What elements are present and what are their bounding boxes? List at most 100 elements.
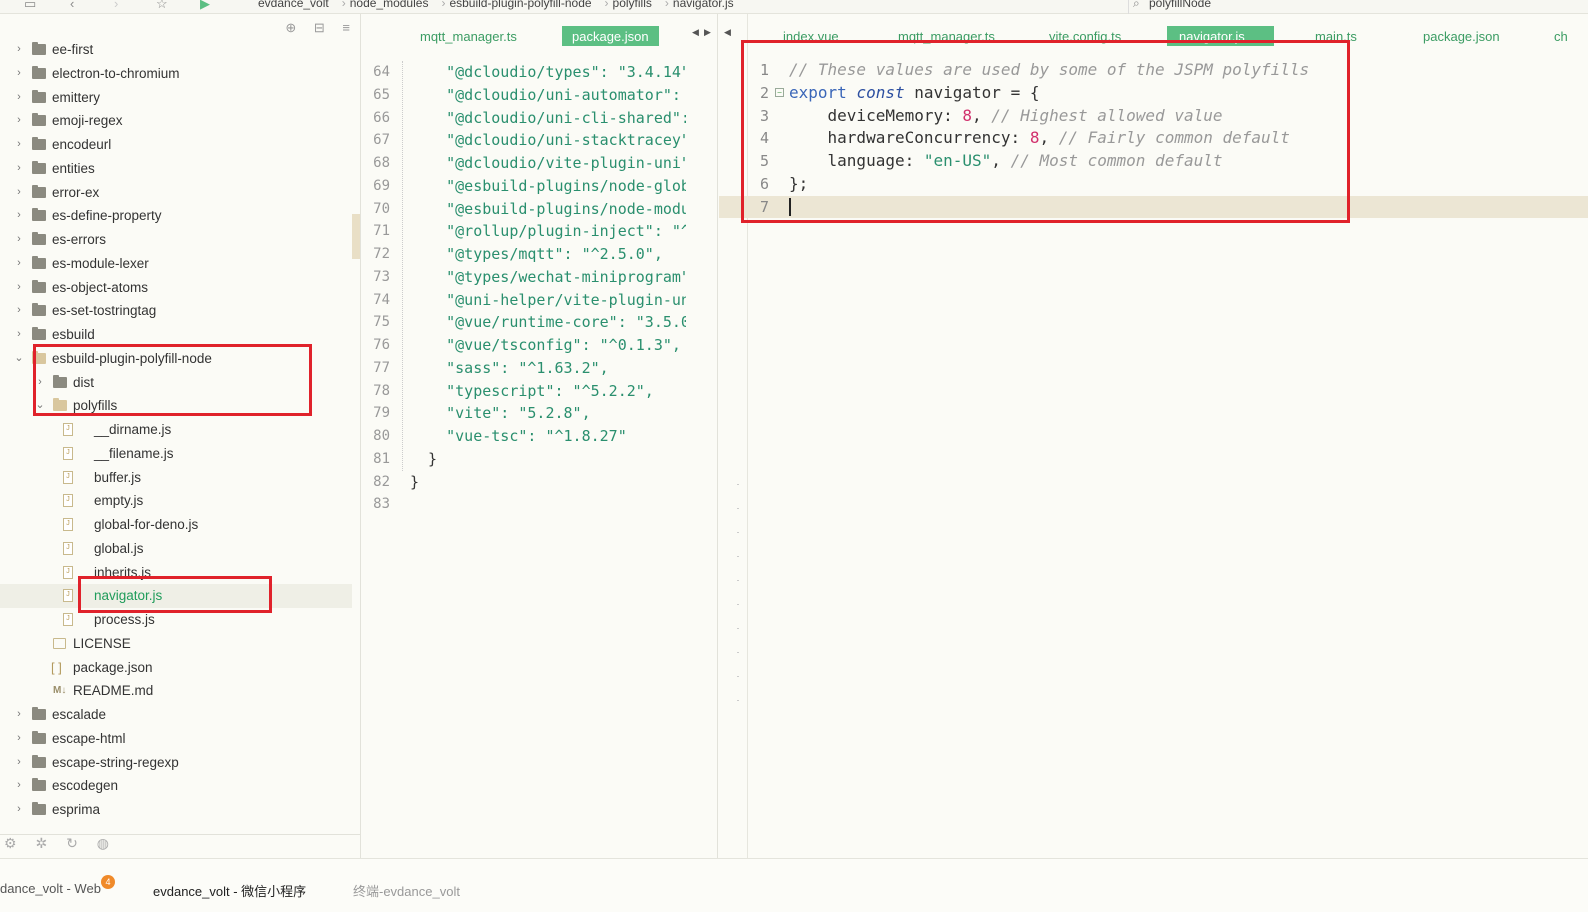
- debug-icon[interactable]: ✲: [35, 835, 47, 851]
- breadcrumb-item[interactable]: esbuild-plugin-polyfill-node: [449, 0, 591, 10]
- tree-folder[interactable]: › escape-string-regexp: [0, 751, 352, 775]
- chevron-right-icon[interactable]: ›: [14, 299, 24, 323]
- chevron-right-icon[interactable]: ›: [14, 228, 24, 252]
- tree-file[interactable]: J __dirname.js: [0, 418, 352, 442]
- editor-tab[interactable]: package.json: [1411, 26, 1512, 46]
- tree-folder[interactable]: › esbuild: [0, 323, 352, 347]
- chevron-right-icon[interactable]: ›: [14, 703, 24, 727]
- tree-folder[interactable]: › encodeurl: [0, 133, 352, 157]
- star-icon[interactable]: ☆: [156, 0, 168, 12]
- tree-folder[interactable]: › ee-first: [0, 38, 352, 62]
- tree-file[interactable]: Jglobal-for-deno.js: [0, 513, 352, 537]
- editor-tab[interactable]: index.vue: [771, 26, 851, 46]
- code-line: 82}: [362, 471, 717, 494]
- tree-file[interactable]: Jbuffer.js: [0, 466, 352, 490]
- editor-tab[interactable]: vite.config.ts: [1037, 26, 1133, 46]
- editor-tab[interactable]: package.json: [562, 26, 659, 46]
- tree-folder[interactable]: › es-define-property: [0, 204, 352, 228]
- tree-folder[interactable]: › dist: [0, 371, 352, 395]
- tab-scroll-left-icon[interactable]: ◀: [724, 27, 731, 38]
- folder-icon: [32, 137, 46, 150]
- refresh-icon[interactable]: ↻: [66, 835, 78, 851]
- tree-folder[interactable]: › es-errors: [0, 228, 352, 252]
- chevron-right-icon[interactable]: ›: [14, 109, 24, 133]
- folder-icon: [32, 730, 46, 744]
- tree-folder[interactable]: ⌄ polyfills: [0, 394, 352, 418]
- chevron-right-icon[interactable]: ›: [14, 86, 24, 110]
- editor-tab[interactable]: ch: [1542, 26, 1580, 46]
- folder-icon: [32, 707, 46, 720]
- search-input[interactable]: ⌕ polyfillNode: [1128, 0, 1588, 14]
- breadcrumb-item[interactable]: polyfills: [613, 0, 652, 10]
- chevron-down-icon[interactable]: ⌄: [35, 394, 45, 418]
- chevron-right-icon[interactable]: ›: [35, 371, 45, 395]
- fold-icon[interactable]: −: [775, 87, 784, 97]
- forward-icon[interactable]: ›: [114, 0, 118, 11]
- tree-file[interactable]: Jempty.js: [0, 489, 352, 513]
- tree-file[interactable]: J __filename.js: [0, 442, 352, 466]
- breadcrumb-item[interactable]: evdance_volt: [258, 0, 329, 10]
- chevron-right-icon[interactable]: ›: [14, 157, 24, 181]
- chevron-down-icon[interactable]: ⌄: [14, 347, 24, 371]
- menu-icon[interactable]: ≡: [342, 20, 350, 35]
- tree-folder[interactable]: › esprima: [0, 798, 352, 822]
- chevron-right-icon[interactable]: ›: [14, 798, 24, 822]
- chevron-right-icon[interactable]: ›: [14, 181, 24, 205]
- breadcrumb-item[interactable]: navigator.js: [673, 0, 734, 10]
- js-file-icon: J: [63, 613, 73, 626]
- chevron-right-icon[interactable]: ›: [14, 133, 24, 157]
- collapse-all-icon[interactable]: ⊟: [314, 20, 325, 35]
- bug-icon[interactable]: ⚙: [4, 835, 17, 851]
- line-number: 77: [373, 359, 390, 376]
- tree-folder[interactable]: › error-ex: [0, 181, 352, 205]
- back-icon[interactable]: ‹: [70, 0, 74, 11]
- chevron-right-icon[interactable]: ›: [14, 38, 24, 62]
- tree-file[interactable]: Jinherits.js: [0, 561, 352, 585]
- run-icon[interactable]: ▶: [200, 0, 210, 12]
- chevron-right-icon[interactable]: ›: [14, 774, 24, 798]
- tab-terminal[interactable]: 终端-evdance_volt: [353, 881, 460, 900]
- tree-folder[interactable]: › entities: [0, 157, 352, 181]
- tab-scroll-right-icon[interactable]: ▶: [704, 27, 711, 38]
- tree-folder[interactable]: › emittery: [0, 86, 352, 110]
- chevron-right-icon[interactable]: ›: [14, 252, 24, 276]
- tab-web-console[interactable]: dance_volt - Web: [0, 881, 101, 896]
- chevron-right-icon[interactable]: ›: [14, 751, 24, 775]
- tree-file[interactable]: M↓ README.md: [0, 679, 352, 703]
- editor-tab[interactable]: mqtt_manager.ts: [410, 26, 527, 46]
- tab-scroll-left-icon[interactable]: ◀: [692, 27, 699, 38]
- tree-file[interactable]: Jprocess.js: [0, 608, 352, 632]
- tree-folder[interactable]: › escodegen: [0, 774, 352, 798]
- breadcrumb-item[interactable]: node_modules: [350, 0, 429, 10]
- tree-folder[interactable]: › es-set-tostringtag: [0, 299, 352, 323]
- chevron-right-icon[interactable]: ›: [14, 276, 24, 300]
- editor-tab[interactable]: mqtt_manager.ts: [886, 26, 1007, 46]
- tree-file[interactable]: Jnavigator.js: [0, 584, 352, 608]
- chevron-right-icon[interactable]: ›: [14, 204, 24, 228]
- tree-folder[interactable]: › es-object-atoms: [0, 276, 352, 300]
- tree-file[interactable]: Jglobal.js: [0, 537, 352, 561]
- chevron-right-icon[interactable]: ›: [14, 727, 24, 751]
- tree-folder[interactable]: › escalade: [0, 703, 352, 727]
- code-area[interactable]: 1// These values are used by some of the…: [719, 59, 1588, 219]
- file-icon[interactable]: ▭: [24, 0, 36, 12]
- editor-tab[interactable]: main.ts: [1303, 26, 1369, 46]
- code-area[interactable]: 64 "@dcloudio/types": "3.4.14", 65 "@dclo…: [362, 61, 717, 516]
- tab-miniprogram-console[interactable]: evdance_volt - 微信小程序: [153, 881, 306, 900]
- tree-folder[interactable]: › es-module-lexer: [0, 252, 352, 276]
- tree-file[interactable]: [ ] package.json: [0, 656, 352, 680]
- code-line-current: 7: [719, 195, 1588, 219]
- tree-folder[interactable]: ⌄ esbuild-plugin-polyfill-node: [0, 347, 352, 371]
- locate-icon[interactable]: ⊕: [285, 20, 296, 35]
- tree-folder[interactable]: › emoji-regex: [0, 109, 352, 133]
- explorer-scrollbar[interactable]: [352, 214, 360, 259]
- chevron-right-icon[interactable]: ›: [14, 62, 24, 86]
- globe-icon[interactable]: ◍: [97, 835, 109, 851]
- code-line: 74 "@uni-helper/vite-plugin-uni-componen…: [362, 289, 717, 312]
- editor-tab[interactable]: navigator.js: [1167, 26, 1274, 46]
- tree-folder[interactable]: › electron-to-chromium: [0, 62, 352, 86]
- tree-file[interactable]: LICENSE: [0, 632, 352, 656]
- chevron-right-icon[interactable]: ›: [14, 323, 24, 347]
- tree-folder[interactable]: › escape-html: [0, 727, 352, 751]
- file-explorer: ⊕ ⊟ ≡ › ee-first › electron-to-chromium › emi…: [0, 14, 361, 858]
